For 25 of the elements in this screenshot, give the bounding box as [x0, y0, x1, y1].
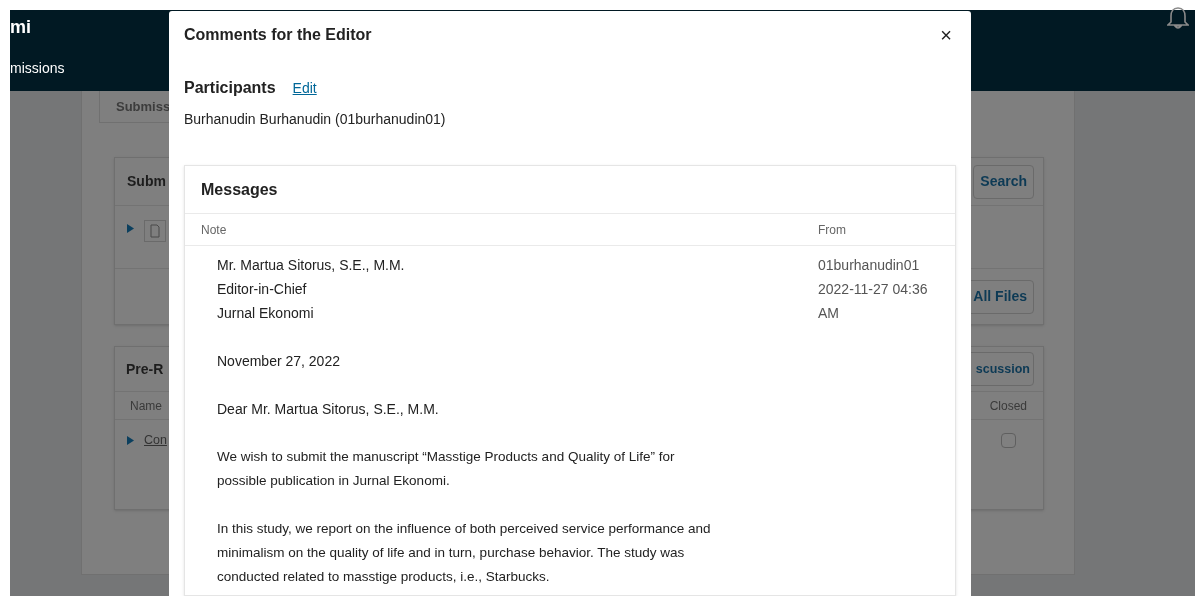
letter-paragraph: In this study, we report on the influence of both perceived service performance and minimalism on the quality of life and in turn, purchase behavior. The study was conducted related to masstige products, i.e., Starbucks.: [217, 520, 712, 586]
column-header: Name: [130, 397, 162, 415]
bell-icon[interactable]: [1167, 6, 1189, 30]
column-header: Note: [201, 221, 228, 239]
site-title[interactable]: mi: [10, 14, 65, 41]
search-button[interactable]: Search: [973, 164, 1034, 199]
column-header: From: [818, 221, 846, 239]
expand-triangle-icon[interactable]: [127, 224, 134, 233]
salutation: Dear Mr. Martua Sitorus, S.E., M.M.: [217, 400, 440, 419]
close-button[interactable]: ×: [936, 25, 956, 45]
dialog-title: Comments for the Editor: [184, 25, 372, 45]
recipient-address: Mr. Martua Sitorus, S.E., M.M. Editor-in-Chief Jurnal Ekonomi: [217, 256, 406, 323]
messages-title: Messages: [201, 179, 278, 200]
document-icon: [144, 220, 166, 242]
message-sender: 01burhanudin01 2022-11-27 04:36 AM: [818, 256, 928, 323]
closed-checkbox[interactable]: [1001, 432, 1016, 448]
panel-title: Pre-R: [126, 359, 164, 379]
column-header: Closed: [989, 397, 1027, 415]
letter-paragraph: We wish to submit the manuscript “Masstige Products and Quality of Life” for possible publication in Jurnal Ekonomi.: [217, 448, 676, 490]
expand-triangle-icon[interactable]: [127, 435, 134, 445]
discussion-link[interactable]: Con: [144, 430, 167, 450]
letter-date: November 27, 2022: [217, 352, 341, 371]
nav-item[interactable]: missions: [10, 58, 65, 87]
edit-link[interactable]: Edit: [292, 77, 317, 99]
panel-title: Subm: [127, 172, 166, 191]
